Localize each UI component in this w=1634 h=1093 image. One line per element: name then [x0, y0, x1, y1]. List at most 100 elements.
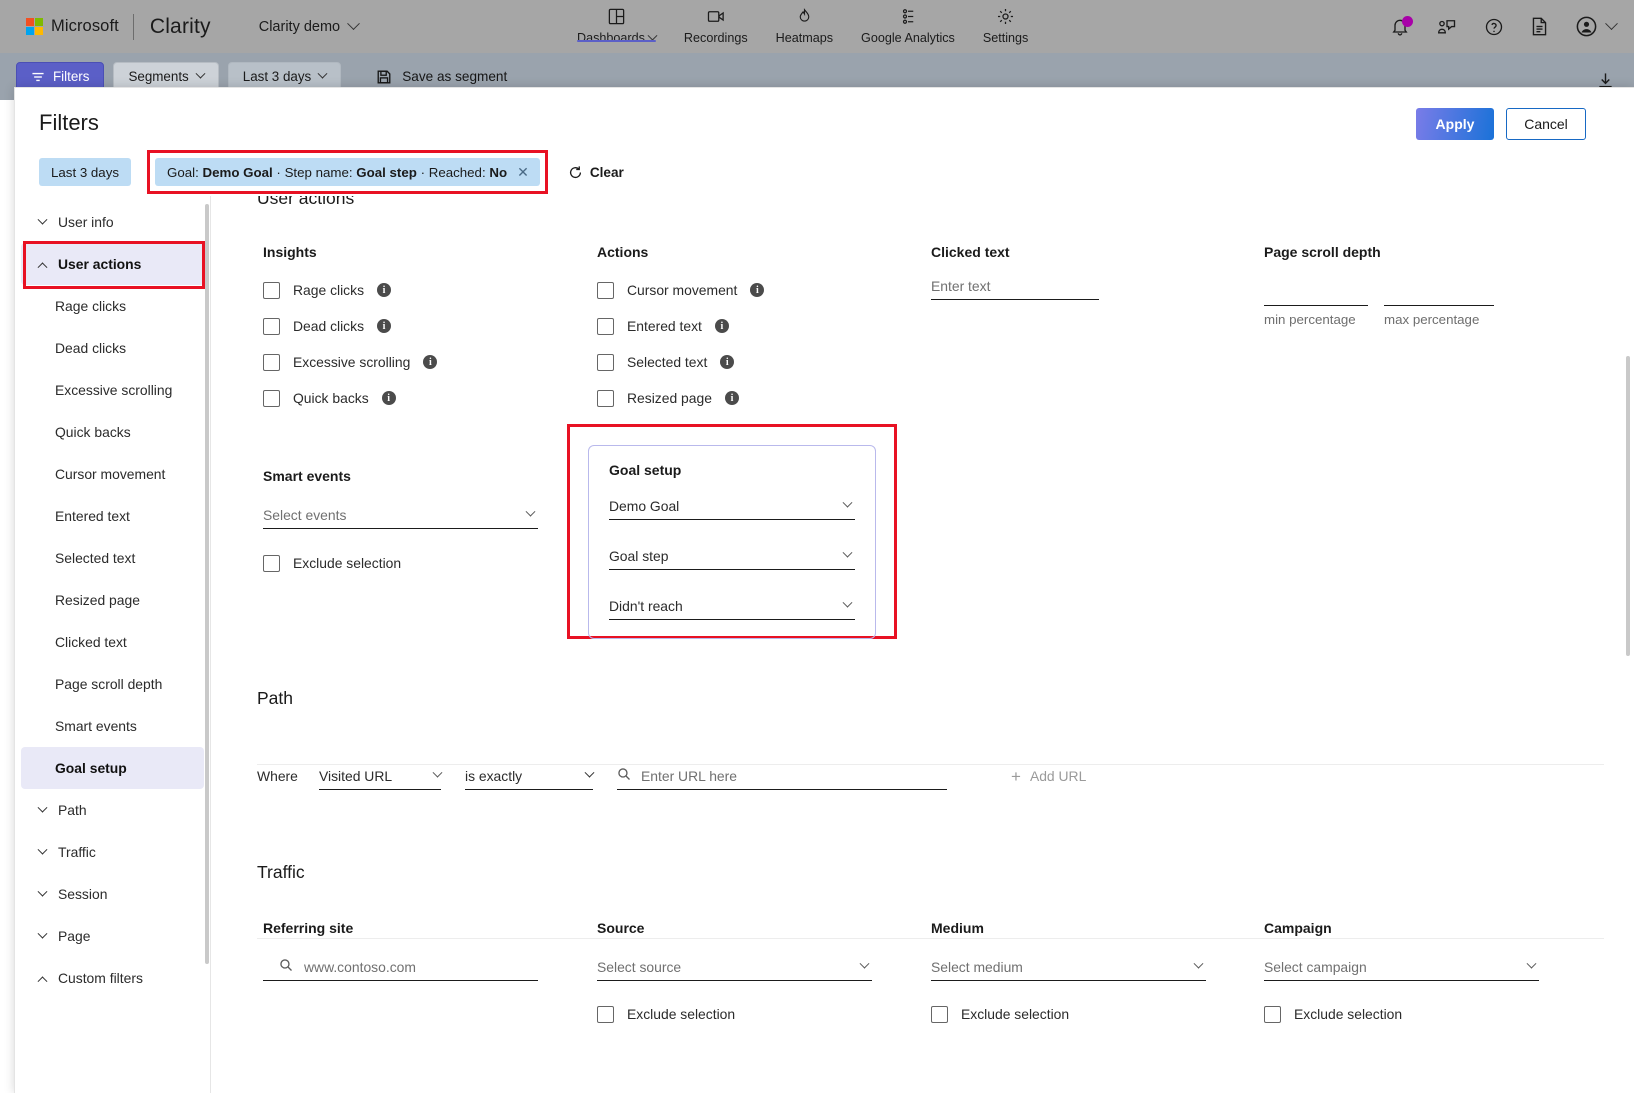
smart-events-exclude-checkbox[interactable] — [263, 554, 280, 572]
sidebar-scrollbar[interactable] — [205, 204, 209, 964]
cursor-movement-checkbox[interactable] — [597, 281, 614, 299]
path-field-select[interactable]: Visited URL — [319, 762, 443, 790]
nav-google-analytics[interactable]: Google Analytics — [847, 0, 969, 45]
path-operator-select[interactable]: is exactly — [465, 762, 595, 790]
sidebar-item-traffic[interactable]: Traffic — [21, 831, 204, 873]
campaign-exclude-label: Exclude selection — [1294, 1006, 1403, 1022]
goal-select-value: Demo Goal — [609, 497, 680, 514]
sidebar-item-quick-backs[interactable]: Quick backs — [21, 411, 204, 453]
campaign-exclude-row[interactable]: Exclude selection — [1264, 996, 1539, 1032]
sidebar-item-selected-text[interactable]: Selected text — [21, 537, 204, 579]
sidebar-item-goal-setup[interactable]: Goal setup — [21, 747, 204, 789]
sidebar-item-resized-page[interactable]: Resized page — [21, 579, 204, 621]
info-icon[interactable]: i — [377, 319, 392, 333]
excessive-scrolling-checkbox[interactable] — [263, 353, 280, 371]
account-avatar-icon[interactable] — [1575, 15, 1618, 38]
notifications-bell-icon[interactable] — [1390, 15, 1413, 37]
sidebar-item-page-scroll-depth[interactable]: Page scroll depth — [21, 663, 204, 705]
chip-goal-filter[interactable]: Goal: Demo Goal · Step name: Goal step ·… — [155, 158, 540, 186]
sidebar-item-path[interactable]: Path — [21, 789, 204, 831]
add-url-button[interactable]: + Add URL — [1011, 768, 1086, 785]
source-exclude-row[interactable]: Exclude selection — [597, 996, 872, 1032]
chip-remove-icon[interactable]: ✕ — [517, 164, 529, 181]
smart-events-select[interactable]: Select events — [263, 501, 538, 529]
help-question-icon[interactable] — [1484, 17, 1504, 37]
content-scrollbar[interactable] — [1626, 356, 1630, 656]
entered-text-checkbox[interactable] — [597, 317, 614, 335]
max-percentage-input[interactable] — [1384, 294, 1494, 306]
clear-filters-button[interactable]: Clear — [568, 165, 624, 180]
smart-events-exclude-row[interactable]: Exclude selection — [263, 545, 538, 581]
source-select[interactable]: Select source — [597, 953, 872, 981]
source-exclude-label: Exclude selection — [627, 1006, 736, 1022]
goal-step-select[interactable]: Goal step — [609, 542, 855, 570]
source-exclude-checkbox[interactable] — [597, 1005, 614, 1023]
sidebar-item-clicked-text[interactable]: Clicked text — [21, 621, 204, 663]
microsoft-logo[interactable]: Microsoft — [0, 17, 119, 36]
info-icon[interactable]: i — [750, 283, 765, 297]
min-percentage-input[interactable] — [1264, 294, 1368, 306]
nav-heatmaps-label: Heatmaps — [775, 31, 834, 45]
sidebar-item-user-info[interactable]: User info — [21, 201, 204, 243]
selected-text-checkbox[interactable] — [597, 353, 614, 371]
chevron-down-icon — [1526, 958, 1537, 969]
referring-site-input[interactable]: www.contoso.com — [263, 953, 538, 981]
sidebar-item-custom-filters[interactable]: Custom filters — [21, 957, 204, 999]
sidebar-item-rage-clicks[interactable]: Rage clicks — [21, 285, 204, 327]
campaign-exclude-checkbox[interactable] — [1264, 1005, 1281, 1023]
campaign-select[interactable]: Select campaign — [1264, 953, 1539, 981]
filters-panel-body: User info User actions Rage clicks Dead … — [15, 196, 1634, 1093]
sidebar-item-dead-clicks[interactable]: Dead clicks — [21, 327, 204, 369]
goal-reached-select[interactable]: Didn't reach — [609, 592, 855, 620]
sidebar-item-smart-events[interactable]: Smart events — [21, 705, 204, 747]
documentation-icon[interactable] — [1530, 16, 1549, 37]
save-as-segment-button[interactable]: Save as segment — [376, 69, 507, 85]
min-percentage-label: min percentage — [1264, 312, 1356, 327]
medium-exclude-row[interactable]: Exclude selection — [931, 996, 1206, 1032]
nav-dashboards[interactable]: Dashboards — [563, 0, 670, 45]
sidebar-item-entered-text[interactable]: Entered text — [21, 495, 204, 537]
filters-panel-header: Filters Apply Cancel Last 3 days Goal: D… — [15, 88, 1634, 196]
info-icon[interactable]: i — [724, 391, 739, 405]
checkbox-row-resized-page[interactable]: Resized page i — [597, 380, 897, 416]
active-filter-chips: Last 3 days Goal: Demo Goal · Step name:… — [39, 150, 624, 194]
sidebar-item-label: Entered text — [55, 508, 130, 524]
sidebar-item-label: Resized page — [55, 592, 140, 608]
checkbox-row-quick-backs[interactable]: Quick backs i — [263, 380, 563, 416]
info-icon[interactable]: i — [381, 391, 396, 405]
resized-page-checkbox[interactable] — [597, 389, 614, 407]
info-icon[interactable]: i — [377, 283, 392, 297]
info-icon[interactable]: i — [720, 355, 735, 369]
sidebar-item-excessive-scrolling[interactable]: Excessive scrolling — [21, 369, 204, 411]
goal-select[interactable]: Demo Goal — [609, 492, 855, 520]
path-url-input[interactable]: Enter URL here — [617, 762, 947, 790]
clicked-text-input[interactable]: Enter text — [931, 272, 1099, 300]
sidebar-item-user-actions[interactable]: User actions — [21, 243, 204, 285]
sidebar-item-page[interactable]: Page — [21, 915, 204, 957]
rage-clicks-checkbox[interactable] — [263, 281, 280, 299]
medium-exclude-checkbox[interactable] — [931, 1005, 948, 1023]
chip-date-range[interactable]: Last 3 days — [39, 158, 132, 186]
feedback-icon[interactable] — [1436, 17, 1458, 37]
medium-select[interactable]: Select medium — [931, 953, 1206, 981]
quick-backs-checkbox[interactable] — [263, 389, 280, 407]
apply-button[interactable]: Apply — [1416, 108, 1494, 140]
sidebar-item-session[interactable]: Session — [21, 873, 204, 915]
checkbox-row-cursor-movement[interactable]: Cursor movement i — [597, 272, 897, 308]
checkbox-row-rage-clicks[interactable]: Rage clicks i — [263, 272, 563, 308]
checkbox-row-entered-text[interactable]: Entered text i — [597, 308, 897, 344]
project-selector[interactable]: Clarity demo — [259, 17, 360, 35]
sidebar-item-cursor-movement[interactable]: Cursor movement — [21, 453, 204, 495]
checkbox-row-selected-text[interactable]: Selected text i — [597, 344, 897, 380]
nav-heatmaps[interactable]: Heatmaps — [762, 0, 847, 45]
chevron-down-icon — [317, 68, 328, 79]
checkbox-row-dead-clicks[interactable]: Dead clicks i — [263, 308, 563, 344]
cancel-button[interactable]: Cancel — [1506, 108, 1586, 140]
nav-recordings[interactable]: Recordings — [670, 0, 762, 45]
info-icon[interactable]: i — [423, 355, 438, 369]
sidebar-item-label: Quick backs — [55, 424, 131, 440]
dead-clicks-checkbox[interactable] — [263, 317, 280, 335]
info-icon[interactable]: i — [714, 319, 729, 333]
checkbox-row-excessive-scrolling[interactable]: Excessive scrolling i — [263, 344, 563, 380]
nav-settings[interactable]: Settings — [969, 0, 1043, 45]
